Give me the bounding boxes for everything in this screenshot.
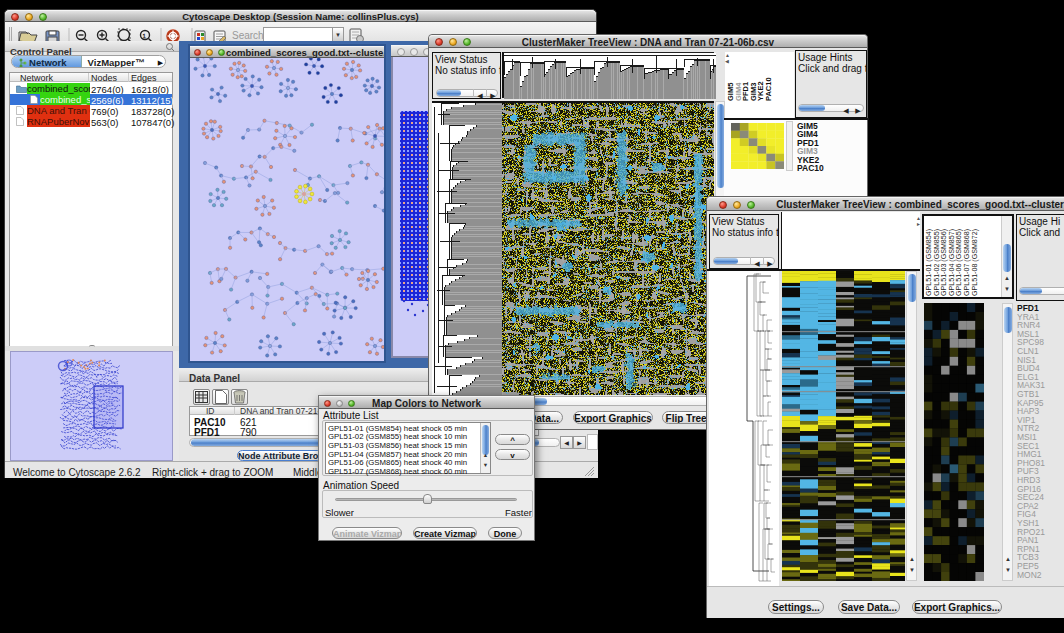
svg-text:1: 1 — [143, 33, 147, 39]
